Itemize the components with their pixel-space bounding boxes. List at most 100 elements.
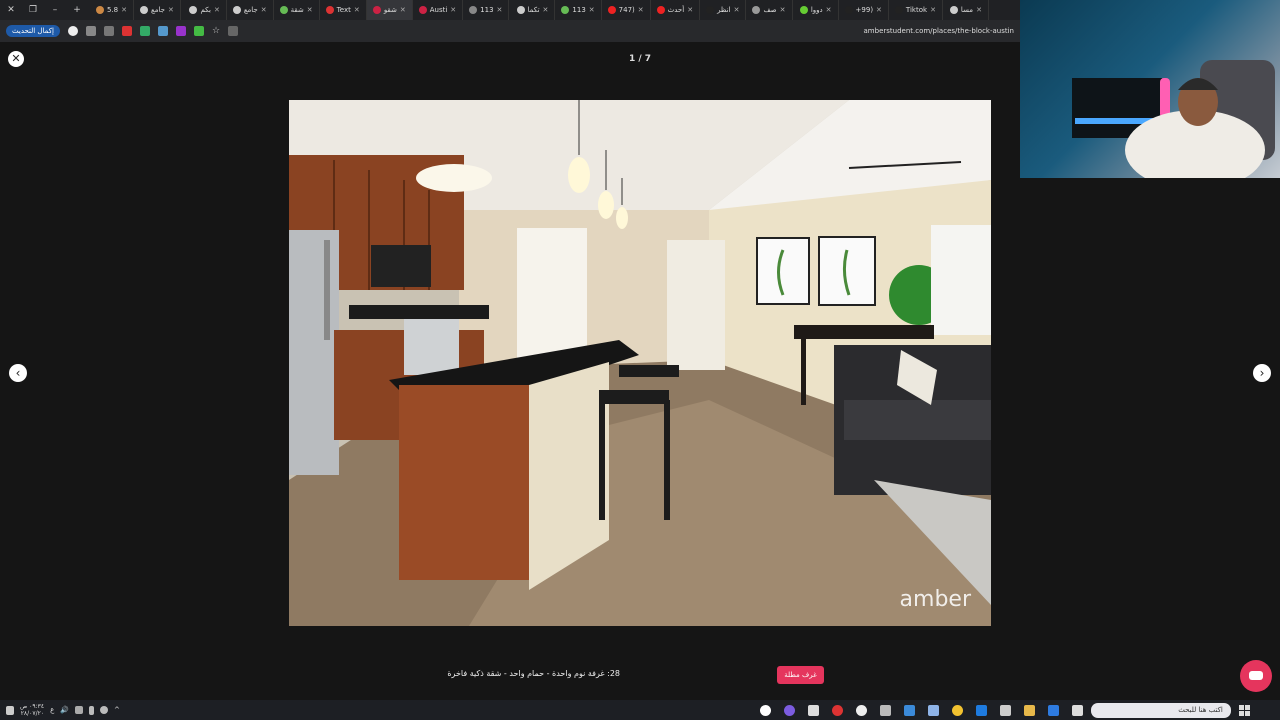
restore-window-icon[interactable]: ❐ [22, 5, 44, 15]
tab-list: ✕ 5.8 ✕ جامع ✕ بكم ✕ جامع ✕ شقة ✕ Text ✕ شقو ✕ Austi ✕ 11… [88, 0, 989, 20]
chevron-up-icon[interactable]: ^ [114, 706, 120, 714]
speaker-icon[interactable]: 🔊 [60, 706, 69, 714]
browser-tab[interactable]: ✕ 113 [463, 0, 510, 20]
browser-tab[interactable]: ✕ Text [320, 0, 367, 20]
notification-icon[interactable] [6, 705, 14, 715]
tab-label: أحدث [667, 6, 685, 14]
browser-tab[interactable]: ✕ انظر [700, 0, 747, 20]
extension-icon[interactable] [139, 26, 150, 36]
profile-icon[interactable] [67, 26, 78, 36]
new-tab-icon[interactable]: + [66, 5, 88, 15]
tab-close-icon[interactable]: ✕ [589, 6, 595, 14]
share-icon[interactable] [228, 26, 239, 36]
address-bar[interactable]: amberstudent.com/places/the-block-austin [864, 27, 1014, 35]
tab-label: Austi [429, 6, 448, 14]
browser-tab[interactable]: ✕ (99+ [839, 0, 889, 20]
extension-icon[interactable] [85, 26, 96, 36]
tab-close-icon[interactable]: ✕ [121, 6, 127, 14]
tab-close-icon[interactable]: ✕ [307, 6, 313, 14]
browser-tab[interactable]: ✕ أحدث [651, 0, 701, 20]
browser-tab[interactable]: ✕ تكما [509, 0, 556, 20]
browser-tab[interactable]: ✕ شقة [274, 0, 320, 20]
tab-close-icon[interactable]: ✕ [543, 6, 549, 14]
tab-label: دووا [810, 6, 823, 14]
language-indicator[interactable]: ع [50, 706, 54, 714]
app-icon[interactable] [999, 704, 1011, 716]
tab-favicon-icon [706, 6, 715, 14]
browser-tab[interactable]: ✕ دووا [793, 0, 839, 20]
minimize-window-icon[interactable]: – [44, 5, 66, 15]
browser-tab[interactable]: ✕ شقو [366, 0, 413, 20]
app-icon[interactable] [807, 704, 819, 716]
tab-favicon-icon [516, 6, 525, 14]
app-icon[interactable] [1047, 704, 1059, 716]
tab-favicon-icon [418, 6, 427, 14]
extension-icon[interactable] [157, 26, 168, 36]
app-icon[interactable] [783, 704, 795, 716]
tab-label: شقة [290, 6, 304, 14]
app-icon[interactable] [831, 704, 843, 716]
close-gallery-button[interactable]: ✕ [8, 51, 24, 67]
tab-close-icon[interactable]: ✕ [930, 6, 936, 14]
tab-close-icon[interactable]: ✕ [354, 6, 360, 14]
extension-icon[interactable] [193, 26, 204, 36]
tab-close-icon[interactable]: ✕ [734, 6, 740, 14]
tray-app-icon[interactable] [100, 706, 108, 714]
browser-tab[interactable]: ✕ جامع [134, 0, 181, 20]
view-rooms-button[interactable]: غرف مطلة [777, 666, 824, 684]
tab-close-icon[interactable]: ✕ [400, 6, 406, 14]
browser-tab[interactable]: ✕ بكم [181, 0, 227, 20]
tab-close-icon[interactable]: ✕ [497, 6, 503, 14]
tab-close-icon[interactable]: ✕ [876, 6, 882, 14]
tab-close-icon[interactable]: ✕ [261, 6, 267, 14]
system-clock[interactable]: ٠٩:٣٤ ص ٢٨/٠٧/٢٠ [20, 703, 44, 717]
update-button[interactable]: إكمال التحديث [6, 25, 60, 37]
browser-tab[interactable]: ✕ 5.8 [88, 0, 134, 20]
image-counter: 1 / 7 [628, 54, 652, 64]
microphone-icon[interactable] [89, 705, 94, 715]
windows-start-icon[interactable] [1238, 704, 1250, 716]
extension-icon[interactable] [103, 26, 114, 36]
tab-close-icon[interactable]: ✕ [638, 6, 644, 14]
app-icon[interactable] [903, 704, 915, 716]
extension-icon[interactable] [175, 26, 186, 36]
tab-close-icon[interactable]: ✕ [976, 6, 982, 14]
close-window-icon[interactable]: ✕ [0, 5, 22, 15]
tab-close-icon[interactable]: ✕ [450, 6, 456, 14]
network-icon[interactable] [75, 706, 83, 714]
chat-icon[interactable] [1240, 660, 1272, 692]
browser-tab[interactable]: ✕ صف [746, 0, 793, 20]
tab-label: 5.8 [106, 6, 119, 14]
extension-icon[interactable] [121, 26, 132, 36]
chrome-icon[interactable] [951, 704, 963, 716]
browser-tab[interactable]: ✕ Tiktok [889, 0, 943, 20]
amber-watermark: amber [899, 587, 971, 612]
tab-label: 113 [572, 6, 586, 14]
tab-close-icon[interactable]: ✕ [214, 6, 220, 14]
browser-tab[interactable]: ✕ (747 [602, 0, 651, 20]
app-icon[interactable] [927, 704, 939, 716]
bookmark-star-icon[interactable]: ☆ [212, 26, 220, 36]
file-explorer-icon[interactable] [1023, 704, 1035, 716]
tab-close-icon[interactable]: ✕ [826, 6, 832, 14]
taskbar-search-input[interactable]: اكتب هنا للبحث [1090, 702, 1231, 718]
edge-icon[interactable] [975, 704, 987, 716]
next-image-button[interactable]: › [1253, 364, 1271, 382]
tab-close-icon[interactable]: ✕ [687, 6, 693, 14]
browser-tab[interactable]: ✕ Austi [413, 0, 464, 20]
settings-gear-icon[interactable] [879, 704, 891, 716]
task-view-icon[interactable] [1071, 704, 1083, 716]
streamer-webcam-image [1072, 60, 1275, 178]
browser-tab[interactable]: ✕ 113 [555, 0, 602, 20]
app-icon[interactable] [759, 704, 771, 716]
app-icon[interactable] [855, 704, 867, 716]
tab-close-icon[interactable]: ✕ [780, 6, 786, 14]
tab-favicon-icon [799, 6, 808, 14]
tab-favicon-icon [469, 6, 478, 14]
browser-tab[interactable]: ✕ جامع [227, 0, 274, 20]
tab-close-icon[interactable]: ✕ [168, 6, 174, 14]
tab-favicon-icon [844, 6, 853, 14]
browser-tab[interactable]: ✕ مسا [943, 0, 989, 20]
tab-favicon-icon [372, 6, 381, 14]
previous-image-button[interactable]: ‹ [9, 364, 27, 382]
